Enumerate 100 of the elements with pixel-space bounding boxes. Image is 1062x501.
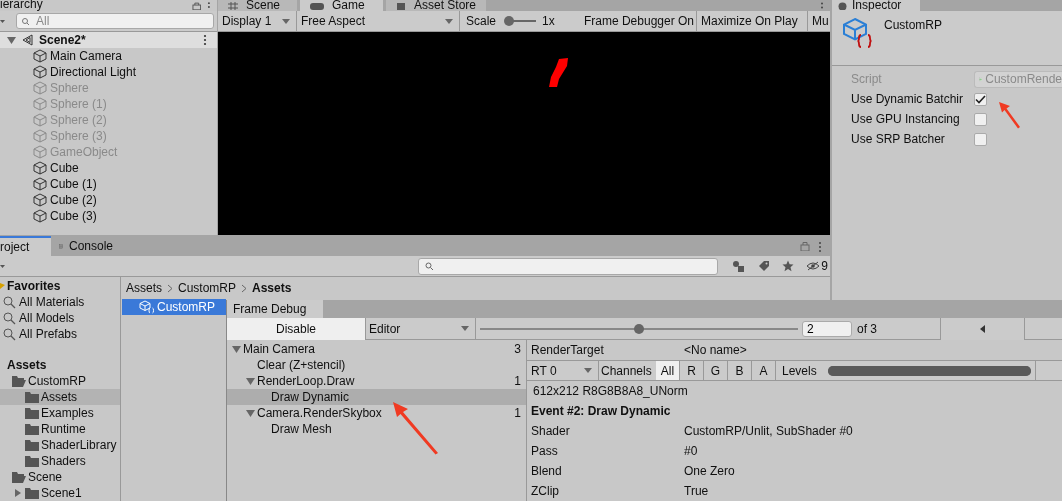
chevron-icon bbox=[167, 283, 173, 293]
hierarchy-item[interactable]: Cube (1) bbox=[0, 176, 217, 192]
event-field[interactable]: 2 bbox=[802, 320, 852, 337]
menu-icon[interactable] bbox=[203, 34, 207, 46]
property-label: Shader bbox=[531, 424, 571, 438]
folder-icon bbox=[24, 422, 40, 436]
toolbar-button[interactable]: Mu bbox=[808, 11, 830, 31]
favorite-item[interactable]: All Prefabs bbox=[0, 326, 120, 342]
panel-tab[interactable]: Console bbox=[51, 236, 125, 256]
option-label: Use Dynamic Batchir bbox=[851, 92, 965, 106]
channel-button[interactable]: B bbox=[728, 361, 752, 380]
cube-icon bbox=[33, 97, 47, 111]
window-tab[interactable]: Frame Debug bbox=[227, 300, 323, 318]
property-label: Pass bbox=[531, 444, 559, 458]
cube-icon bbox=[33, 177, 47, 191]
triangle-icon[interactable] bbox=[245, 408, 257, 418]
caret-icon[interactable] bbox=[0, 263, 5, 269]
triangle-icon[interactable] bbox=[231, 344, 243, 354]
folder-icon bbox=[24, 486, 40, 500]
folder-item[interactable]: ShaderLibrary bbox=[0, 437, 120, 453]
folder-item[interactable]: Scene bbox=[0, 469, 120, 485]
view-tab[interactable]: Scene bbox=[218, 0, 297, 11]
folder-icon bbox=[24, 438, 40, 452]
breadcrumb-item[interactable]: Assets bbox=[126, 281, 162, 295]
scene-icon bbox=[21, 33, 35, 47]
hierarchy-item[interactable]: Cube bbox=[0, 160, 217, 176]
breadcrumb-item[interactable]: Assets bbox=[252, 281, 292, 295]
favorites-label[interactable]: Favorites bbox=[7, 279, 61, 293]
folder-icon bbox=[11, 374, 27, 388]
search-field[interactable]: All bbox=[16, 13, 214, 29]
event-item[interactable]: Clear (Z+stencil) bbox=[227, 357, 526, 373]
checkbox[interactable] bbox=[974, 112, 987, 126]
shapes-icon[interactable] bbox=[732, 260, 747, 272]
channel-button[interactable]: A bbox=[752, 361, 776, 380]
cube-icon bbox=[33, 49, 47, 63]
display-dropdown[interactable]: Display 1 bbox=[218, 11, 297, 31]
scale-slider[interactable] bbox=[504, 16, 537, 26]
triangle-icon[interactable] bbox=[245, 376, 257, 386]
folder-item[interactable]: Examples bbox=[0, 405, 120, 421]
folder-item[interactable]: CustomRP bbox=[0, 373, 120, 389]
favorite-item[interactable]: All Models bbox=[0, 310, 120, 326]
asset-item[interactable]: CustomRP bbox=[122, 299, 226, 315]
event-item[interactable]: Main Camera 3 bbox=[227, 341, 526, 357]
scale-value: 1x bbox=[542, 14, 555, 28]
cube-icon bbox=[33, 129, 47, 143]
levels-label: Levels bbox=[781, 362, 818, 380]
event-item[interactable]: RenderLoop.Draw 1 bbox=[227, 373, 526, 389]
aspect-dropdown[interactable]: Free Aspect bbox=[297, 11, 460, 31]
slider-thumb[interactable] bbox=[634, 323, 644, 334]
breadcrumb-item[interactable]: CustomRP bbox=[178, 281, 237, 295]
search-field[interactable] bbox=[418, 257, 719, 275]
event-item[interactable]: Camera.RenderSkybox 1 bbox=[227, 405, 526, 421]
toolbar-button[interactable]: Maximize On Play bbox=[697, 11, 808, 31]
favorite-item[interactable]: All Materials bbox=[0, 294, 120, 310]
channel-button[interactable]: All bbox=[656, 361, 680, 380]
scene-name[interactable]: Scene2* bbox=[39, 33, 86, 47]
hierarchy-item[interactable]: Directional Light bbox=[0, 64, 217, 80]
hierarchy-item[interactable]: Cube (3) bbox=[0, 208, 217, 224]
caret-icon[interactable] bbox=[0, 18, 5, 24]
levels-slider[interactable] bbox=[828, 366, 1031, 376]
cube-icon bbox=[33, 161, 47, 175]
checkbox[interactable] bbox=[974, 92, 987, 106]
hierarchy-item[interactable]: Cube (2) bbox=[0, 192, 217, 208]
folder-item[interactable]: Scene1 bbox=[0, 485, 120, 501]
channel-button[interactable]: R bbox=[680, 361, 704, 380]
triangle-icon[interactable] bbox=[7, 36, 16, 44]
event-item[interactable]: Draw Dynamic bbox=[227, 389, 526, 405]
panel-tab[interactable]: roject bbox=[0, 236, 51, 256]
disable-button[interactable]: Disable bbox=[227, 317, 366, 340]
checkbox[interactable] bbox=[974, 132, 987, 146]
lock-icon[interactable] bbox=[191, 1, 202, 10]
hidden-icon[interactable] bbox=[806, 261, 821, 271]
cube-icon bbox=[33, 193, 47, 207]
mode-dropdown[interactable]: Editor bbox=[366, 317, 476, 340]
search-icon bbox=[3, 327, 16, 341]
channel-button[interactable]: G bbox=[704, 361, 728, 380]
menu-icon[interactable] bbox=[207, 0, 211, 11]
tag-icon[interactable] bbox=[758, 260, 771, 272]
property-label: ZClip bbox=[531, 484, 560, 498]
toolbar-button[interactable]: Frame Debugger On bbox=[578, 11, 697, 31]
annotation-arrow bbox=[392, 401, 440, 455]
view-tab[interactable]: Asset Store bbox=[386, 0, 487, 11]
cube-icon bbox=[33, 209, 47, 223]
menu-icon[interactable] bbox=[818, 240, 822, 252]
folder-item[interactable]: Assets bbox=[0, 389, 120, 405]
search-icon bbox=[425, 261, 435, 271]
hierarchy-item[interactable]: Main Camera bbox=[0, 48, 217, 64]
option-label: Use SRP Batcher bbox=[851, 132, 946, 146]
event-item[interactable]: Draw Mesh bbox=[227, 421, 526, 437]
inspector-tab[interactable]: Inspector bbox=[832, 0, 920, 11]
scale-label: Scale bbox=[466, 14, 497, 28]
triangle-icon[interactable] bbox=[15, 489, 21, 497]
folder-item[interactable]: Runtime bbox=[0, 421, 120, 437]
view-tab[interactable]: Game bbox=[300, 0, 383, 11]
folder-item[interactable]: Shaders bbox=[0, 453, 120, 469]
assets-label[interactable]: Assets bbox=[7, 358, 47, 372]
slider-thumb[interactable] bbox=[504, 16, 515, 26]
rt-dropdown[interactable]: RT 0 bbox=[527, 361, 599, 380]
lock-icon[interactable] bbox=[800, 241, 810, 251]
property-value: One Zero bbox=[684, 464, 735, 478]
